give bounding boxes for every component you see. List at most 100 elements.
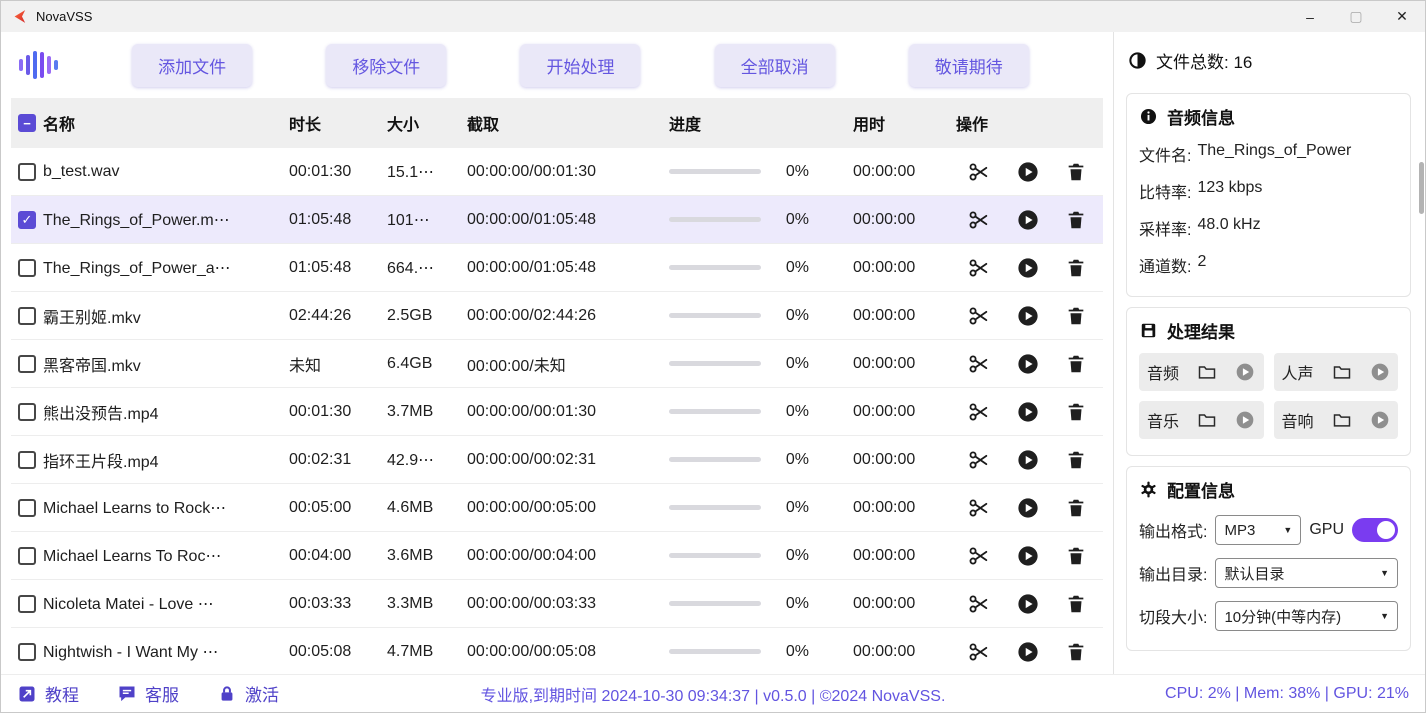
- table-row[interactable]: Nightwish - I Want My ⋯ 00:05:08 4.7MB 0…: [11, 628, 1103, 674]
- preview-play-button[interactable]: [1370, 362, 1390, 382]
- play-button[interactable]: [1015, 639, 1041, 665]
- delete-button[interactable]: [1063, 255, 1089, 281]
- file-elapsed: 00:00:00: [853, 643, 956, 661]
- delete-button[interactable]: [1063, 159, 1089, 185]
- column-header-clip: 截取: [467, 111, 669, 135]
- file-name: Michael Learns to Rock⋯: [43, 498, 289, 518]
- coming-soon-button[interactable]: 敬请期待: [909, 44, 1029, 87]
- play-button[interactable]: [1015, 543, 1041, 569]
- output-dir-select[interactable]: 默认目录 ▼: [1215, 558, 1398, 588]
- gpu-label: GPU: [1309, 521, 1344, 539]
- gpu-toggle[interactable]: [1352, 518, 1398, 542]
- delete-button[interactable]: [1063, 495, 1089, 521]
- row-checkbox[interactable]: [18, 595, 36, 613]
- delete-button[interactable]: [1063, 639, 1089, 665]
- delete-button[interactable]: [1063, 399, 1089, 425]
- delete-button[interactable]: [1063, 303, 1089, 329]
- file-elapsed: 00:00:00: [853, 163, 956, 181]
- row-checkbox[interactable]: [18, 643, 36, 661]
- play-button[interactable]: [1015, 255, 1041, 281]
- row-checkbox[interactable]: ✓: [18, 211, 36, 229]
- file-duration: 00:05:00: [289, 499, 387, 517]
- table-row[interactable]: The_Rings_of_Power_a⋯ 01:05:48 664.⋯ 00:…: [11, 244, 1103, 292]
- cut-button[interactable]: [966, 351, 992, 377]
- row-checkbox[interactable]: [18, 259, 36, 277]
- table-row[interactable]: 黑客帝国.mkv 未知 6.4GB 00:00:00/未知 0% 00:00:0…: [11, 340, 1103, 388]
- results-section: 处理结果 音频 人声 音乐: [1126, 307, 1411, 456]
- table-row[interactable]: ✓ The_Rings_of_Power.m⋯ 01:05:48 101⋯ 00…: [11, 196, 1103, 244]
- preview-play-button[interactable]: [1235, 362, 1255, 382]
- table-row[interactable]: Michael Learns to Rock⋯ 00:05:00 4.6MB 0…: [11, 484, 1103, 532]
- play-button[interactable]: [1015, 447, 1041, 473]
- row-checkbox[interactable]: [18, 403, 36, 421]
- output-format-select[interactable]: MP3 ▼: [1215, 515, 1301, 545]
- delete-button[interactable]: [1063, 351, 1089, 377]
- cut-button[interactable]: [966, 639, 992, 665]
- open-folder-button[interactable]: [1197, 410, 1217, 430]
- play-button[interactable]: [1015, 351, 1041, 377]
- open-folder-button[interactable]: [1332, 362, 1352, 382]
- chat-icon: [117, 684, 137, 704]
- cut-button[interactable]: [966, 495, 992, 521]
- table-row[interactable]: Michael Learns To Roc⋯ 00:04:00 3.6MB 00…: [11, 532, 1103, 580]
- scrollbar-thumb[interactable]: [1419, 162, 1424, 214]
- table-header: − 名称 时长 大小 截取 进度 用时 操作: [11, 98, 1103, 148]
- samplerate-value: 48.0 kHz: [1197, 216, 1260, 240]
- table-row[interactable]: b_test.wav 00:01:30 15.1⋯ 00:00:00/00:01…: [11, 148, 1103, 196]
- open-folder-button[interactable]: [1332, 410, 1352, 430]
- activate-link[interactable]: 激活: [217, 681, 279, 706]
- trash-icon: [1065, 545, 1087, 567]
- minimize-button[interactable]: –: [1287, 1, 1333, 32]
- add-files-button[interactable]: 添加文件: [132, 44, 252, 87]
- cut-button[interactable]: [966, 447, 992, 473]
- start-processing-button[interactable]: 开始处理: [520, 44, 640, 87]
- table-row[interactable]: 指环王片段.mp4 00:02:31 42.9⋯ 00:00:00/00:02:…: [11, 436, 1103, 484]
- chunk-size-select[interactable]: 10分钟(中等内存) ▼: [1215, 601, 1398, 631]
- play-button[interactable]: [1015, 399, 1041, 425]
- cut-button[interactable]: [966, 543, 992, 569]
- play-button[interactable]: [1015, 495, 1041, 521]
- cut-button[interactable]: [966, 207, 992, 233]
- file-duration: 00:04:00: [289, 547, 387, 565]
- cancel-all-button[interactable]: 全部取消: [715, 44, 835, 87]
- result-label: 音乐: [1147, 408, 1179, 432]
- scissors-icon: [968, 257, 990, 279]
- close-button[interactable]: ✕: [1379, 1, 1425, 32]
- cut-button[interactable]: [966, 399, 992, 425]
- waveform-icon: [19, 48, 58, 82]
- table-row[interactable]: 熊出没预告.mp4 00:01:30 3.7MB 00:00:00/00:01:…: [11, 388, 1103, 436]
- preview-play-button[interactable]: [1370, 410, 1390, 430]
- remove-files-button[interactable]: 移除文件: [326, 44, 446, 87]
- file-size: 6.4GB: [387, 355, 467, 373]
- support-link[interactable]: 客服: [117, 681, 179, 706]
- play-button[interactable]: [1015, 159, 1041, 185]
- check-icon: ✓: [22, 213, 33, 226]
- table-row[interactable]: 霸王别姬.mkv 02:44:26 2.5GB 00:00:00/02:44:2…: [11, 292, 1103, 340]
- cut-button[interactable]: [966, 159, 992, 185]
- play-button[interactable]: [1015, 591, 1041, 617]
- tutorial-link[interactable]: 教程: [17, 681, 79, 706]
- status-bar: 教程 客服 激活 专业版,到期时间 2024-10-30 09:34:37 | …: [1, 674, 1425, 712]
- cut-button[interactable]: [966, 591, 992, 617]
- delete-button[interactable]: [1063, 207, 1089, 233]
- cut-button[interactable]: [966, 255, 992, 281]
- preview-play-button[interactable]: [1235, 410, 1255, 430]
- cut-button[interactable]: [966, 303, 992, 329]
- select-all-checkbox[interactable]: −: [18, 114, 36, 132]
- row-checkbox[interactable]: [18, 355, 36, 373]
- open-folder-button[interactable]: [1197, 362, 1217, 382]
- row-checkbox[interactable]: [18, 451, 36, 469]
- result-item-effects: 音响: [1274, 401, 1399, 439]
- play-button[interactable]: [1015, 207, 1041, 233]
- delete-button[interactable]: [1063, 447, 1089, 473]
- row-checkbox[interactable]: [18, 163, 36, 181]
- play-button[interactable]: [1015, 303, 1041, 329]
- row-checkbox[interactable]: [18, 307, 36, 325]
- row-checkbox[interactable]: [18, 547, 36, 565]
- delete-button[interactable]: [1063, 543, 1089, 569]
- table-row[interactable]: Nicoleta Matei - Love ⋯ 00:03:33 3.3MB 0…: [11, 580, 1103, 628]
- row-checkbox[interactable]: [18, 499, 36, 517]
- maximize-button[interactable]: ▢: [1333, 1, 1379, 32]
- delete-button[interactable]: [1063, 591, 1089, 617]
- progress-bar: [669, 505, 761, 510]
